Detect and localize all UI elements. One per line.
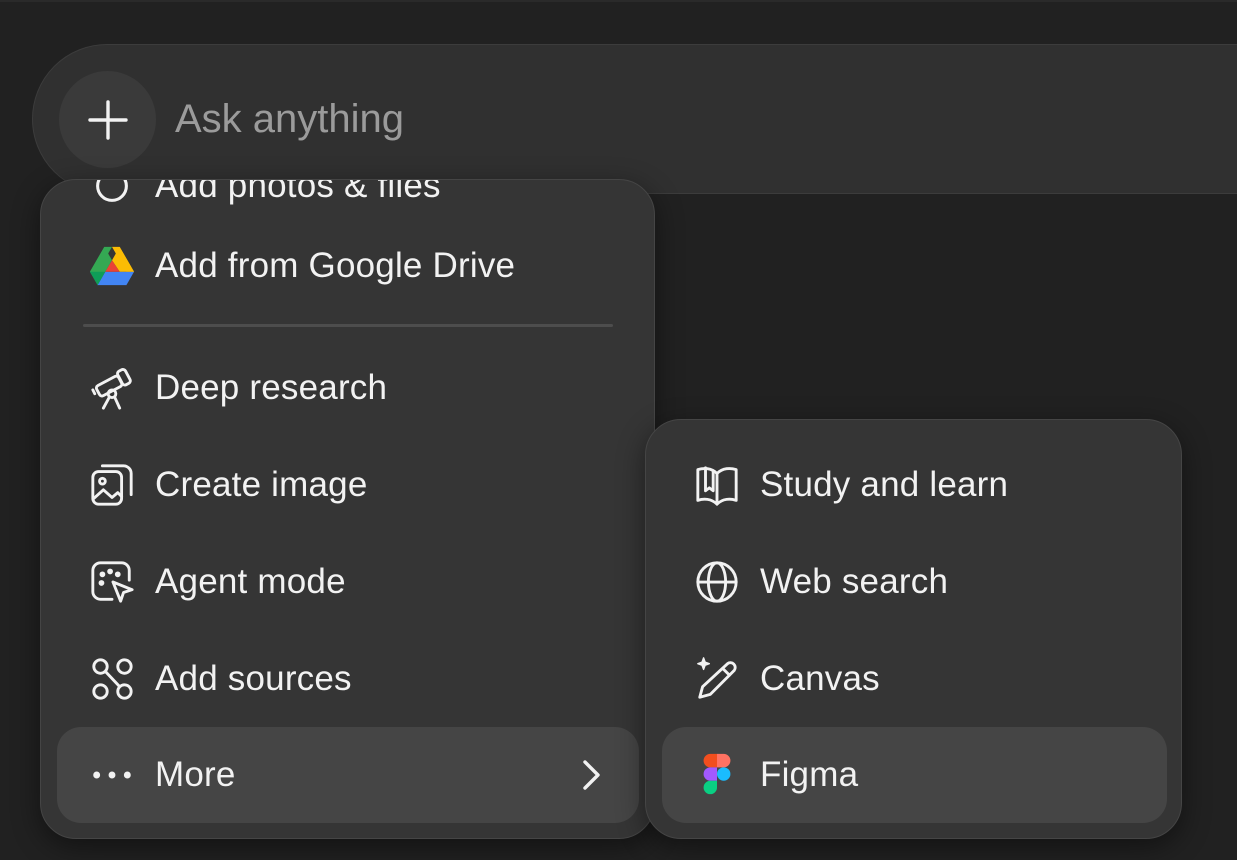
agent-cursor-icon [87,557,137,607]
image-icon [87,460,137,510]
top-border [0,0,1237,2]
menu-item-create-image[interactable]: Create image [57,437,639,533]
more-dots-icon [87,750,137,800]
menu-item-study-and-learn[interactable]: Study and learn [662,437,1167,533]
figma-icon [692,750,742,800]
plus-icon [87,99,128,140]
menu-divider [83,324,613,327]
google-drive-icon [87,241,137,291]
add-attachment-button[interactable] [59,71,156,168]
menu-item-label: Deep research [155,368,388,407]
canvas-pencil-icon [692,654,742,704]
composer-bar [32,44,1237,194]
globe-icon [692,557,742,607]
attachment-menu: Add photos & files Add from Google Drive [40,179,655,839]
menu-item-label: Add from Google Drive [155,246,516,285]
menu-item-label: Figma [760,755,859,794]
menu-item-canvas[interactable]: Canvas [662,631,1167,727]
menu-item-add-sources[interactable]: Add sources [57,631,639,727]
app-stage: Add photos & files Add from Google Drive [0,0,1237,860]
menu-item-label: Canvas [760,659,880,698]
menu-item-label: Web search [760,562,949,601]
menu-item-label: Add sources [155,659,352,698]
menu-item-deep-research[interactable]: Deep research [57,340,639,436]
menu-item-label: Agent mode [155,562,346,601]
menu-item-more[interactable]: More [57,727,639,823]
more-submenu: Study and learn Web search Canvas Figma [645,419,1182,839]
menu-item-google-drive[interactable]: Add from Google Drive [57,218,639,314]
menu-item-label: More [155,755,236,794]
telescope-icon [87,363,137,413]
menu-item-agent-mode[interactable]: Agent mode [57,534,639,630]
menu-item-figma[interactable]: Figma [662,727,1167,823]
menu-item-label: Create image [155,465,368,504]
menu-item-label: Study and learn [760,465,1009,504]
paperclip-icon [87,180,137,211]
book-icon [692,460,742,510]
menu-item-label: Add photos & files [155,179,441,205]
prompt-input[interactable] [175,93,875,145]
menu-item-web-search[interactable]: Web search [662,534,1167,630]
sources-icon [87,654,137,704]
chevron-right-icon [583,760,600,790]
